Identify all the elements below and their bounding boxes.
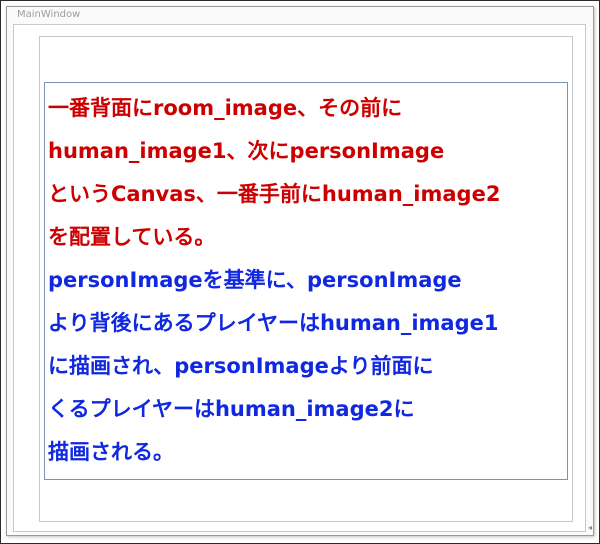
blue-line-4: くるプレイヤーはhuman_image2に bbox=[48, 397, 415, 421]
text-panel: 一番背面にroom_image、その前に human_image1、次にpers… bbox=[44, 82, 568, 480]
blue-line-3: に描画され、personImageより前面に bbox=[48, 354, 434, 378]
red-line-4: を配置している。 bbox=[48, 225, 216, 249]
red-line-2: human_image1、次にpersonImage bbox=[48, 139, 445, 163]
window-titlebar[interactable]: MainWindow bbox=[7, 7, 593, 23]
window-title: MainWindow bbox=[17, 9, 81, 20]
blue-line-5: 描画される。 bbox=[48, 440, 174, 464]
blue-description: personImageを基準に、personImage より背後にあるプレイヤー… bbox=[48, 259, 568, 474]
blue-line-2: より背後にあるプレイヤーはhuman_image1 bbox=[48, 311, 499, 335]
window-client-area: 一番背面にroom_image、その前に human_image1、次にpers… bbox=[13, 24, 586, 532]
blue-line-1: personImageを基準に、personImage bbox=[48, 268, 462, 292]
screenshot-frame: MainWindow 一番背面にroom_image、その前に human_im… bbox=[0, 0, 600, 544]
red-description: 一番背面にroom_image、その前に human_image1、次にpers… bbox=[48, 87, 568, 259]
red-line-1: 一番背面にroom_image、その前に bbox=[48, 96, 403, 120]
resize-grip-icon[interactable]: ◂ bbox=[588, 523, 594, 533]
red-line-3: というCanvas、一番手前にhuman_image2 bbox=[48, 182, 501, 206]
outer-canvas-panel: 一番背面にroom_image、その前に human_image1、次にpers… bbox=[39, 36, 573, 522]
main-window: MainWindow 一番背面にroom_image、その前に human_im… bbox=[6, 6, 594, 536]
